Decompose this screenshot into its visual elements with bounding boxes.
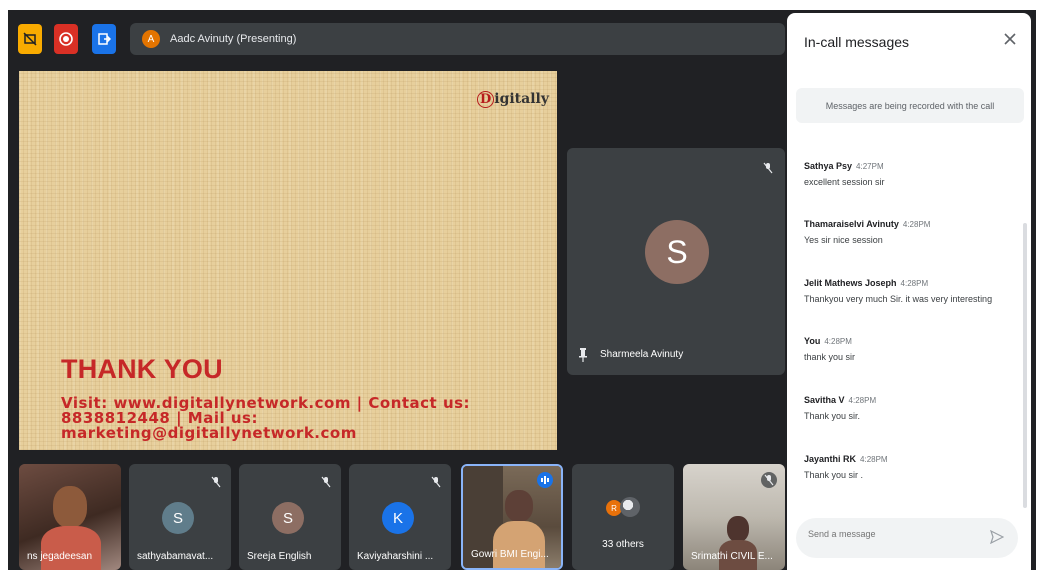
slide-contact-text: Visit: www.digitallynetwork.com | Contac… [61, 394, 471, 442]
mic-off-icon [764, 474, 774, 486]
message-time: 4:28PM [900, 279, 929, 288]
message-sender: Savitha V [804, 395, 845, 405]
chat-scrollbar[interactable] [1023, 223, 1027, 508]
message-sender: Sathya Psy [804, 161, 853, 171]
participant-name: 33 others [602, 539, 644, 550]
chat-message: Jelit Mathews Joseph 4:28PM Thankyou very… [804, 278, 1014, 304]
mic-off-icon [431, 476, 441, 488]
present-icon [23, 32, 37, 46]
message-text: excellent session sir [804, 177, 885, 187]
message-time: 4:28PM [902, 220, 931, 229]
participant-tile-sharmeela[interactable]: S Sharmeela Avinuty [567, 148, 785, 375]
message-input[interactable] [808, 529, 978, 539]
send-icon[interactable] [990, 530, 1004, 544]
message-text: Thank you sir . [804, 470, 864, 480]
participant-name: sathyabamavat... [137, 551, 214, 562]
participant-tile-active-speaker[interactable]: Gowri BMI Engi... [461, 464, 563, 570]
person-face [727, 516, 749, 542]
participant-name: Sreeja English [247, 551, 312, 562]
mic-off-icon [321, 476, 331, 488]
message-text: Thankyou very much Sir. it was very inte… [804, 294, 993, 304]
chat-panel: In-call messages Messages are being reco… [787, 13, 1031, 570]
participant-name: Gowri BMI Engi... [471, 549, 549, 560]
person-face [505, 490, 533, 522]
participant-tile[interactable]: ns jegadeesan [19, 464, 121, 570]
presenting-banner: A Aadc Avinuty (Presenting) [130, 23, 785, 55]
chat-message: You 4:28PM thank you sir [804, 336, 1014, 362]
participant-name: ns jegadeesan [27, 551, 93, 562]
participant-tile[interactable]: S Sreeja English [239, 464, 341, 570]
avatar: S [645, 220, 709, 284]
record-button[interactable] [54, 24, 78, 54]
share-icon [98, 33, 111, 45]
share-button[interactable] [92, 24, 116, 54]
mic-off-icon [763, 162, 773, 174]
participant-name: Srimathi CIVIL E... [691, 551, 773, 562]
mic-off-icon [211, 476, 221, 488]
presenter-label: Aadc Avinuty (Presenting) [170, 33, 297, 45]
chat-message: Jayanthi RK 4:28PM Thank you sir . [804, 454, 1014, 480]
shared-slide: Digitally THANK YOU Visit: www.digitally… [19, 71, 557, 450]
message-time: 4:27PM [856, 162, 884, 171]
participant-name: Sharmeela Avinuty [600, 349, 684, 360]
participant-tile[interactable]: K Kaviyaharshini ... [349, 464, 451, 570]
message-text: Thank you sir. [804, 411, 861, 421]
chat-message: Sathya Psy 4:27PM excellent session sir [804, 161, 1014, 187]
message-composer [796, 518, 1018, 558]
pin-icon[interactable] [579, 348, 587, 362]
person-face [53, 486, 87, 528]
record-icon [59, 32, 73, 46]
chat-message: Thamaraiselvi Avinuty 4:28PM Yes sir nice… [804, 219, 1014, 245]
message-sender: Jayanthi RK [804, 454, 857, 464]
audio-active-icon [537, 472, 553, 488]
message-sender: You [804, 336, 821, 346]
slide-logo: Digitally [476, 91, 549, 108]
participant-name: Kaviyaharshini ... [357, 551, 434, 562]
chat-message: Savitha V 4:28PM Thank you sir. [804, 395, 1014, 421]
message-time: 4:28PM [860, 455, 888, 464]
message-sender: Thamaraiselvi Avinuty [804, 219, 899, 229]
recording-notice: Messages are being recorded with the cal… [796, 88, 1024, 123]
message-time: 4:28PM [848, 396, 877, 405]
close-icon [1004, 33, 1016, 45]
message-text: thank you sir [804, 352, 856, 362]
close-chat-button[interactable] [1003, 29, 1017, 52]
participant-tile[interactable]: Srimathi CIVIL E... [683, 464, 785, 570]
present-button[interactable] [18, 24, 42, 54]
participant-tile[interactable]: S sathyabamavat... [129, 464, 231, 570]
chat-title: In-call messages [804, 34, 910, 50]
screenshot: A Aadc Avinuty (Presenting) Digitally TH… [0, 0, 1041, 570]
avatar: S [162, 502, 194, 534]
avatar: K [382, 502, 414, 534]
mic-off-button [761, 472, 777, 488]
avatar [620, 497, 640, 517]
person-shirt [41, 526, 101, 570]
presenter-avatar: A [142, 30, 160, 48]
avatar: S [272, 502, 304, 534]
message-sender: Jelit Mathews Joseph [804, 278, 897, 288]
person-shirt [493, 521, 545, 568]
slide-thank-you: THANK YOU [61, 354, 223, 384]
others-tile[interactable]: R 33 others [572, 464, 674, 570]
message-time: 4:28PM [824, 337, 852, 346]
message-text: Yes sir nice session [804, 235, 883, 245]
